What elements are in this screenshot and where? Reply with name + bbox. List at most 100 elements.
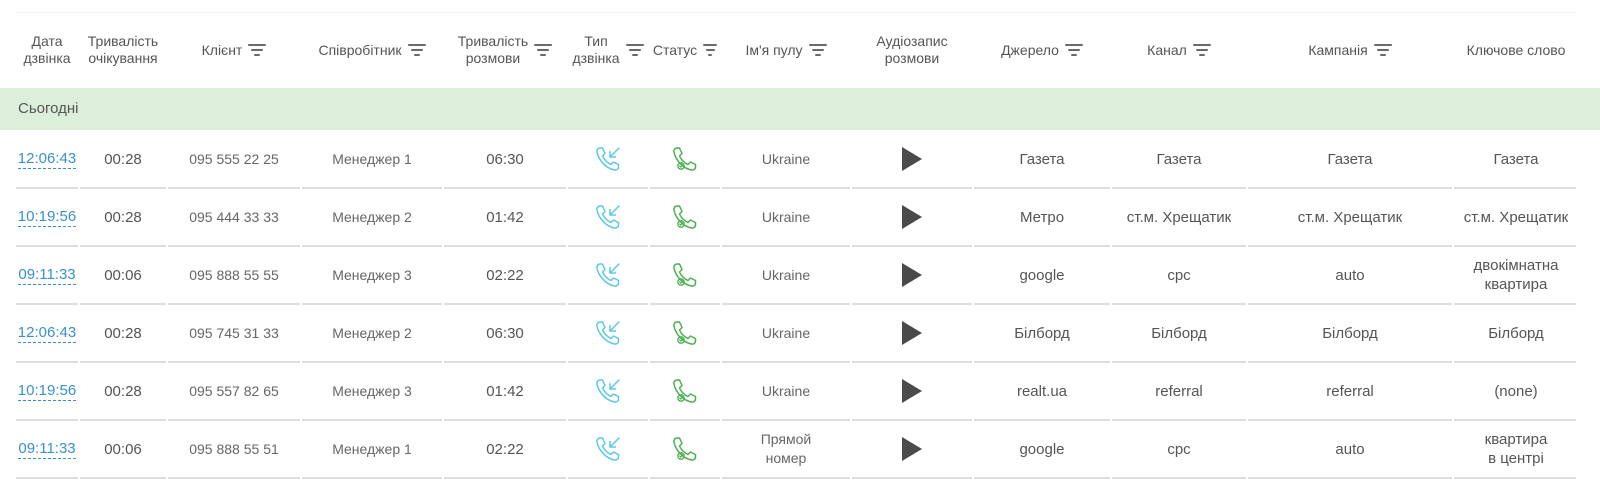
talk-duration: 01:42 — [486, 208, 524, 226]
call-time-link[interactable]: 10:19:56 — [17, 382, 77, 401]
call-time-link[interactable]: 12:06:43 — [17, 324, 77, 343]
row-divider-gap — [1452, 477, 1454, 479]
col-call-type[interactable]: Тип дзвінка — [568, 14, 648, 86]
wait-duration: 00:28 — [104, 324, 142, 342]
answered-call-icon — [673, 147, 697, 171]
employee-name: Менеджер 3 — [332, 266, 412, 283]
wait-duration: 00:28 — [104, 150, 142, 168]
play-icon[interactable] — [902, 437, 922, 461]
col-recording[interactable]: Аудіозапис розмови — [852, 14, 972, 86]
col-talk-duration[interactable]: Тривалість розмови — [444, 14, 566, 86]
row-divider-gap — [442, 187, 444, 189]
channel: referral — [1155, 382, 1203, 400]
keyword: (none) — [1494, 382, 1538, 400]
campaign: ст.м. Хрещатик — [1297, 208, 1403, 226]
client-phone: 095 888 55 55 — [189, 266, 279, 283]
filter-icon[interactable] — [1192, 44, 1211, 56]
row-divider-gap — [850, 245, 852, 247]
row-divider-gap — [442, 419, 444, 421]
row-divider-gap — [566, 477, 568, 479]
row-divider-gap — [972, 477, 974, 479]
col-client[interactable]: Клієнт — [168, 14, 300, 86]
row-divider-gap — [78, 245, 80, 247]
channel: cpc — [1167, 266, 1191, 284]
filter-icon[interactable] — [248, 44, 267, 56]
row-divider-gap — [850, 477, 852, 479]
source: Білборд — [1014, 324, 1070, 342]
col-campaign[interactable]: Кампанія — [1248, 14, 1452, 86]
talk-duration: 02:22 — [486, 440, 524, 458]
filter-icon[interactable] — [1064, 44, 1083, 56]
row-divider-gap — [1246, 303, 1248, 305]
row-divider-gap — [442, 361, 444, 363]
keyword: ст.м. Хрещатик — [1463, 208, 1569, 226]
table-row[interactable]: 12:06:43 00:28 095 555 22 25 Менеджер 1 … — [0, 131, 1600, 189]
filter-icon[interactable] — [534, 44, 553, 56]
col-label: Аудіозапис розмови — [876, 33, 948, 66]
row-divider-gap — [78, 361, 80, 363]
play-icon[interactable] — [902, 263, 922, 287]
row-divider-gap — [1110, 477, 1112, 479]
source: google — [1019, 266, 1065, 284]
group-label: Сьогодні — [18, 100, 79, 117]
table-row[interactable]: 10:19:56 00:28 095 444 33 33 Менеджер 2 … — [0, 189, 1600, 247]
wait-duration: 00:06 — [104, 440, 142, 458]
col-channel[interactable]: Канал — [1112, 14, 1246, 86]
col-source[interactable]: Джерело — [974, 14, 1110, 86]
row-divider-gap — [1246, 187, 1248, 189]
table-row[interactable]: 09:11:33 00:06 095 888 55 55 Менеджер 3 … — [0, 247, 1600, 305]
incoming-call-icon — [596, 379, 620, 403]
play-icon[interactable] — [902, 321, 922, 345]
incoming-call-icon — [596, 437, 620, 461]
client-phone: 095 745 31 33 — [189, 324, 279, 341]
col-wait-duration[interactable]: Тривалість очікування — [80, 14, 166, 86]
incoming-call-icon — [596, 321, 620, 345]
filter-icon[interactable] — [625, 44, 644, 56]
row-divider-gap — [720, 303, 722, 305]
call-time-link[interactable]: 12:06:43 — [17, 150, 77, 169]
row-divider-gap — [1246, 477, 1248, 479]
channel: Газета — [1156, 150, 1202, 168]
col-status[interactable]: Статус — [650, 14, 720, 86]
channel: ст.м. Хрещатик — [1126, 208, 1232, 226]
campaign: referral — [1326, 382, 1374, 400]
filter-icon[interactable] — [808, 44, 827, 56]
col-label: Статус — [652, 41, 698, 58]
pool-name: Ukraine — [761, 208, 811, 225]
call-time-link[interactable]: 09:11:33 — [18, 440, 76, 459]
talk-duration: 02:22 — [486, 266, 524, 284]
group-row-today: Сьогодні — [0, 88, 1600, 130]
col-label: Тип дзвінка — [572, 33, 620, 66]
col-pool-name[interactable]: Ім'я пулу — [722, 14, 850, 86]
col-keyword[interactable]: Ключове слово — [1454, 14, 1578, 86]
client-phone: 095 557 82 65 — [189, 382, 279, 399]
table-row[interactable]: 12:06:43 00:28 095 745 31 33 Менеджер 2 … — [0, 305, 1600, 363]
answered-call-icon — [673, 379, 697, 403]
row-divider-gap — [442, 303, 444, 305]
call-time-link[interactable]: 10:19:56 — [17, 208, 77, 227]
source: realt.ua — [1016, 382, 1068, 400]
play-icon[interactable] — [902, 205, 922, 229]
filter-icon[interactable] — [1373, 44, 1392, 56]
channel: cpc — [1167, 440, 1191, 458]
row-divider-gap — [78, 419, 80, 421]
play-icon[interactable] — [902, 379, 922, 403]
row-divider-gap — [720, 245, 722, 247]
row-divider-gap — [972, 245, 974, 247]
col-call-date[interactable]: Дата дзвінка — [16, 14, 78, 86]
call-time-link[interactable]: 09:11:33 — [18, 266, 76, 285]
employee-name: Менеджер 3 — [332, 382, 412, 399]
filter-icon[interactable] — [407, 44, 426, 56]
row-divider-gap — [566, 245, 568, 247]
play-icon[interactable] — [902, 147, 922, 171]
filter-icon[interactable] — [703, 44, 718, 56]
row-divider-gap — [1110, 245, 1112, 247]
col-label: Тривалість розмови — [457, 33, 529, 66]
table-row[interactable]: 10:19:56 00:28 095 557 82 65 Менеджер 3 … — [0, 363, 1600, 421]
row-divider-gap — [648, 361, 650, 363]
row-divider-gap — [720, 477, 722, 479]
table-row[interactable]: 09:11:33 00:06 095 888 55 51 Менеджер 1 … — [0, 421, 1600, 479]
row-divider-gap — [1452, 303, 1454, 305]
col-employee[interactable]: Співробітник — [302, 14, 442, 86]
client-phone: 095 444 33 33 — [189, 208, 279, 225]
